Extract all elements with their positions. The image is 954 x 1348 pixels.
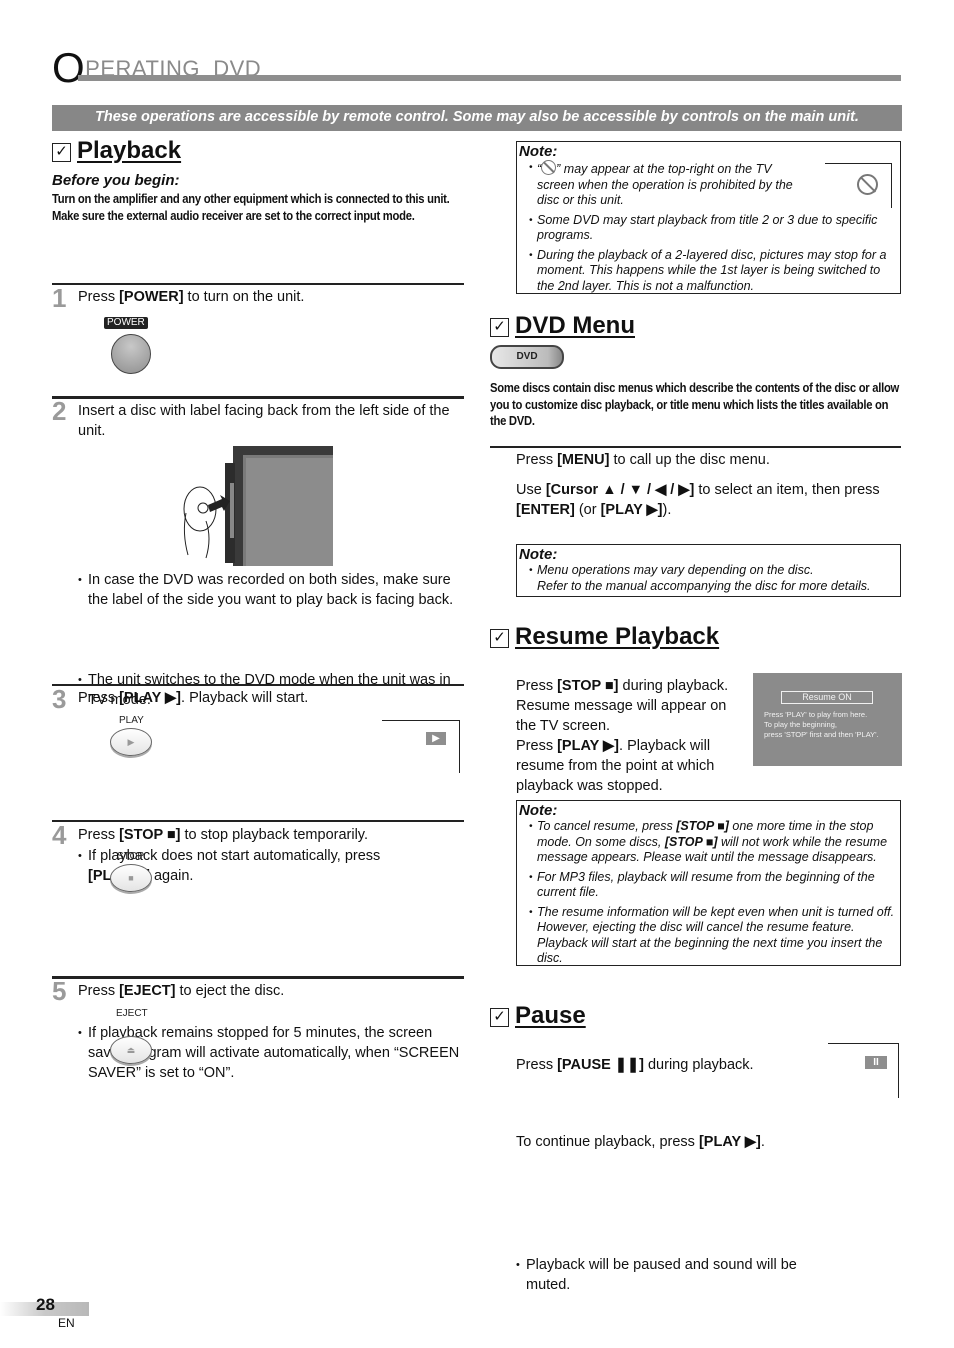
dvd-mode-badge: DVD (490, 345, 564, 369)
title-rule (78, 75, 901, 81)
note-box: Note: To cancel resume, press [STOP ■] o… (516, 800, 901, 966)
resume-playback-heading: ✓ Resume Playback (490, 623, 719, 651)
play-osd-icon: ▶ (426, 732, 446, 745)
before-you-begin-title: Before you begin: (52, 172, 180, 189)
section-divider (490, 446, 901, 448)
step-5-text: Press [EJECT] to eject the disc. (78, 983, 285, 999)
note-item: For MP3 files, playback will resume from… (519, 870, 896, 901)
dvd-menu-intro: Some discs contain disc menus which desc… (490, 381, 900, 428)
list-item: Playback will be paused and sound will b… (516, 1255, 831, 1295)
eject-button-icon: ⏏ (110, 1036, 152, 1064)
checkbox-icon: ✓ (490, 318, 509, 337)
resume-screen-message: Press 'PLAY' to play from here. To play … (764, 710, 879, 739)
stop-button-label: STOP (117, 851, 145, 862)
step-3-text: Press [PLAY ▶]. Playback will start. (78, 690, 309, 706)
dvd-menu-step-2: Use [Cursor ▲ / ▼ / ◀ / ▶] to select an … (516, 482, 880, 518)
osd-frame: ▶ (382, 720, 460, 773)
dvd-menu-step-1: Press [MENU] to call up the disc menu. (516, 452, 770, 468)
play-button-label: PLAY (119, 715, 144, 726)
disc-insertion-illustration (183, 446, 333, 566)
dvd-menu-heading: ✓ DVD Menu (490, 312, 635, 340)
eject-button-label: EJECT (116, 1008, 148, 1019)
resume-screen-title: Resume ON (781, 691, 873, 704)
note-title: Note: (519, 143, 558, 160)
checkbox-icon: ✓ (52, 143, 71, 162)
pause-osd-icon: II (865, 1056, 887, 1069)
prohibited-icon (541, 160, 557, 175)
checkbox-icon: ✓ (490, 629, 509, 648)
resume-text-1: Press [STOP ■] during playback. Resume m… (516, 678, 729, 734)
note-item: Refer to the manual accompanying the dis… (537, 578, 871, 593)
osd-frame: II (828, 1043, 899, 1098)
step-number: 5 (52, 976, 67, 1006)
note-item: Some DVD may start playback from title 2… (519, 213, 896, 244)
resume-text-2: Press [PLAY ▶]. Playback will resume fro… (516, 738, 715, 794)
step-number: 4 (52, 820, 67, 850)
step-divider (52, 396, 464, 399)
note-item: Menu operations may vary depending on th… (519, 563, 896, 579)
note-title: Note: (519, 546, 558, 563)
note-item: During the playback of a 2-layered disc,… (519, 248, 896, 295)
note-item: “” may appear at the top-right on the TV… (519, 160, 807, 209)
note-item: The resume information will be kept even… (519, 905, 896, 967)
language-code: EN (58, 1316, 75, 1330)
pause-heading: ✓ Pause (490, 1002, 586, 1030)
prohibited-osd-icon (857, 174, 878, 195)
step-divider (52, 283, 464, 285)
power-button-icon (111, 334, 151, 374)
stop-button-icon: ■ (110, 864, 152, 892)
title-initial: O (52, 44, 86, 91)
page-title: OPERATING DVD (52, 44, 261, 92)
play-button-icon: ▶ (110, 728, 152, 756)
note-box: Note: Menu operations may vary depending… (516, 544, 901, 597)
pause-text-2: To continue playback, press [PLAY ▶]. (516, 1134, 765, 1150)
note-title: Note: (519, 802, 558, 819)
before-you-begin-text: Turn on the amplifier and any other equi… (52, 192, 450, 223)
note-box: Note: “” may appear at the top-right on … (516, 141, 901, 294)
playback-heading: ✓ Playback (52, 137, 181, 165)
page-number: 28 (36, 1295, 55, 1314)
osd-frame (825, 163, 892, 208)
list-item: In case the DVD was recorded on both sid… (78, 570, 458, 610)
note-item: To cancel resume, press [STOP ■] one mor… (519, 819, 896, 866)
checkbox-icon: ✓ (490, 1008, 509, 1027)
resume-screen-illustration: Resume ON Press 'PLAY' to play from here… (753, 673, 902, 766)
power-button-label: POWER (104, 317, 148, 329)
step-divider (52, 684, 464, 686)
step-divider (52, 976, 464, 979)
pause-text-1: Press [PAUSE ❚❚] during playback. (516, 1057, 754, 1073)
info-banner: These operations are accessible by remot… (52, 105, 902, 131)
step-2-text: Insert a disc with label facing back fro… (78, 403, 450, 439)
step-number: 2 (52, 396, 67, 426)
step-divider (52, 820, 464, 822)
step-4-text: Press [STOP ■] to stop playback temporar… (78, 827, 369, 843)
step-number: 3 (52, 684, 67, 714)
step-1-text: Press [POWER] to turn on the unit. (78, 289, 305, 305)
step-number: 1 (52, 283, 67, 313)
